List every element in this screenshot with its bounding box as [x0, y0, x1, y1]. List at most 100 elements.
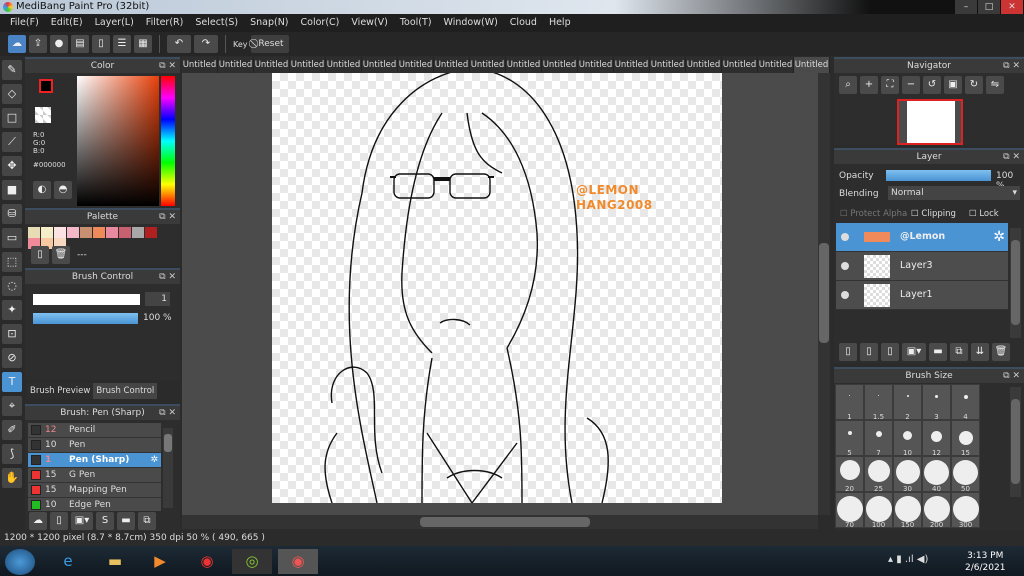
rotate-left-icon[interactable]: ↺ — [923, 76, 941, 94]
menu-tool[interactable]: Tool(T) — [394, 14, 438, 32]
brush-size-option[interactable]: 50 — [951, 456, 980, 493]
brush-size-option[interactable]: 30 — [893, 456, 922, 493]
chrome-icon[interactable]: ◉ — [187, 549, 227, 574]
delete-palette-icon[interactable]: 🗑 — [52, 246, 70, 264]
palette-swatch[interactable] — [119, 227, 131, 238]
visibility-icon[interactable] — [841, 233, 849, 241]
reset-button[interactable]: ⃠ Reset — [250, 35, 289, 53]
lasso-tool-icon[interactable]: ◌ — [2, 276, 22, 296]
shape-tool-icon[interactable]: □ — [2, 108, 22, 128]
brush-size-option[interactable]: 10 — [893, 420, 922, 457]
canvas-tab[interactable]: Untitled — [290, 57, 326, 73]
brush-size-option[interactable]: 1.5 — [864, 384, 893, 421]
brush-size-option[interactable]: 12 — [922, 420, 951, 457]
brush-size-slider[interactable] — [33, 294, 140, 305]
duplicate-brush-icon[interactable]: ⧉ — [138, 512, 156, 530]
zoom-out-icon[interactable]: − — [902, 76, 920, 94]
brush-size-value[interactable]: 1 — [145, 292, 170, 306]
fill-rect-tool-icon[interactable]: ■ — [2, 180, 22, 200]
canvas-area[interactable]: @LEMON HANG2008 — [182, 73, 818, 515]
new-brush-icon[interactable]: ▯ — [50, 512, 68, 530]
gradient-tool-icon[interactable]: ▭ — [2, 228, 22, 248]
flip-icon[interactable]: ⇋ — [986, 76, 1004, 94]
saturation-value-picker[interactable] — [77, 76, 159, 206]
brush-size-option[interactable]: 100 — [864, 492, 893, 529]
layer-item[interactable]: Layer1 — [836, 281, 1008, 310]
panel-close-icon[interactable]: ⧉ ✕ — [1003, 59, 1020, 73]
palette-swatch[interactable] — [93, 227, 105, 238]
add-layer-dropdown-icon[interactable]: ▣▾ — [902, 343, 926, 361]
zoom-actual-icon[interactable]: ⌕ — [839, 76, 857, 94]
bucket-tool-icon[interactable]: ⛁ — [2, 204, 22, 224]
palette-swatch[interactable] — [132, 227, 144, 238]
canvas-tab[interactable]: Untitled — [362, 57, 398, 73]
clock[interactable]: 3:13 PM 2/6/2021 — [965, 550, 1005, 574]
tab-brush-control[interactable]: Brush Control — [93, 383, 158, 399]
vector-tool-icon[interactable]: ⟋ — [2, 132, 22, 152]
menu-color[interactable]: Color(C) — [295, 14, 346, 32]
minimize-button[interactable]: – — [955, 0, 977, 14]
new-8bit-layer-icon[interactable]: ▯ — [881, 343, 899, 361]
close-button[interactable]: ✕ — [1001, 0, 1023, 14]
canvas-tab[interactable]: Untitled — [326, 57, 362, 73]
transparent-color-swatch[interactable] — [35, 107, 51, 123]
brush-size-option[interactable]: 20 — [835, 456, 864, 493]
select-eraser-tool-icon[interactable]: ⊘ — [2, 348, 22, 368]
canvas-tab[interactable]: Untitled — [650, 57, 686, 73]
panel-close-icon[interactable]: ⧉ ✕ — [1003, 369, 1020, 383]
gear-icon[interactable]: ✲ — [993, 229, 1005, 245]
share-icon[interactable]: ⇪ — [29, 35, 47, 53]
comment-icon[interactable]: ● — [50, 35, 68, 53]
menu-edit[interactable]: Edit(E) — [45, 14, 89, 32]
app-taskbar-icon[interactable]: ◎ — [232, 549, 272, 574]
operation-tool-icon[interactable]: ⌖ — [2, 396, 22, 416]
hand-tool-icon[interactable]: ✋ — [2, 468, 22, 488]
brush-item[interactable]: 10 Pen — [28, 438, 161, 453]
duplicate-layer-icon[interactable]: ⧉ — [950, 343, 968, 361]
new-halftone-layer-icon[interactable]: ▯ — [860, 343, 878, 361]
brush-item[interactable]: 15 Mapping Pen — [28, 483, 161, 498]
grid-icon[interactable]: ▦ — [134, 35, 152, 53]
brush-size-option[interactable]: 40 — [922, 456, 951, 493]
zoom-in-icon[interactable]: + — [860, 76, 878, 94]
menu-filter[interactable]: Filter(R) — [140, 14, 190, 32]
menu-help[interactable]: Help — [543, 14, 577, 32]
canvas-tab[interactable]: Untitled — [794, 57, 830, 73]
brush-size-option[interactable]: 300 — [951, 492, 980, 529]
tab-brush-preview[interactable]: Brush Preview — [27, 383, 94, 399]
file-explorer-icon[interactable]: ▬ — [95, 549, 135, 574]
canvas-tab[interactable]: Untitled — [506, 57, 542, 73]
palette-swatch[interactable] — [41, 227, 53, 238]
primary-color-swatch[interactable] — [39, 79, 53, 93]
brush-size-option[interactable]: 2 — [893, 384, 922, 421]
eyedropper-tool-icon[interactable]: ⟆ — [2, 444, 22, 464]
brush-size-scrollbar[interactable] — [1010, 387, 1021, 497]
gear-icon[interactable]: ✲ — [150, 453, 158, 468]
protect-alpha-checkbox[interactable]: ☐ Protect Alpha — [840, 209, 907, 219]
start-button[interactable] — [5, 549, 35, 575]
rotate-right-icon[interactable]: ↻ — [965, 76, 983, 94]
canvas-tab[interactable]: Untitled — [254, 57, 290, 73]
blending-select[interactable]: Normal ▾ — [888, 186, 1020, 200]
clipping-checkbox[interactable]: ☐ Clipping — [911, 209, 956, 219]
palette-swatch[interactable] — [106, 227, 118, 238]
canvas-horizontal-scrollbar[interactable] — [182, 515, 818, 529]
brush-size-option[interactable]: 3 — [922, 384, 951, 421]
layer-opacity-slider[interactable] — [886, 170, 991, 181]
navigator-viewport[interactable] — [897, 99, 963, 145]
magic-wand-tool-icon[interactable]: ✦ — [2, 300, 22, 320]
palette-icon[interactable]: ◐ — [33, 181, 51, 199]
canvas-tab[interactable]: Untitled — [722, 57, 758, 73]
menu-snap[interactable]: Snap(N) — [244, 14, 294, 32]
palette-swatch[interactable] — [28, 227, 40, 238]
canvas-tab[interactable]: Untitled — [434, 57, 470, 73]
color-settings-icon[interactable]: ◓ — [54, 181, 72, 199]
palette-swatch[interactable] — [80, 227, 92, 238]
comment-list-icon[interactable]: ▤ — [71, 35, 89, 53]
move-tool-icon[interactable]: ✥ — [2, 156, 22, 176]
delete-layer-icon[interactable]: 🗑 — [992, 343, 1010, 361]
folder-icon[interactable]: ▬ — [117, 512, 135, 530]
medibang-taskbar-icon[interactable]: ◉ — [278, 549, 318, 574]
new-layer-icon[interactable]: ▯ — [839, 343, 857, 361]
brush-item[interactable]: 10 Edge Pen — [28, 498, 161, 511]
